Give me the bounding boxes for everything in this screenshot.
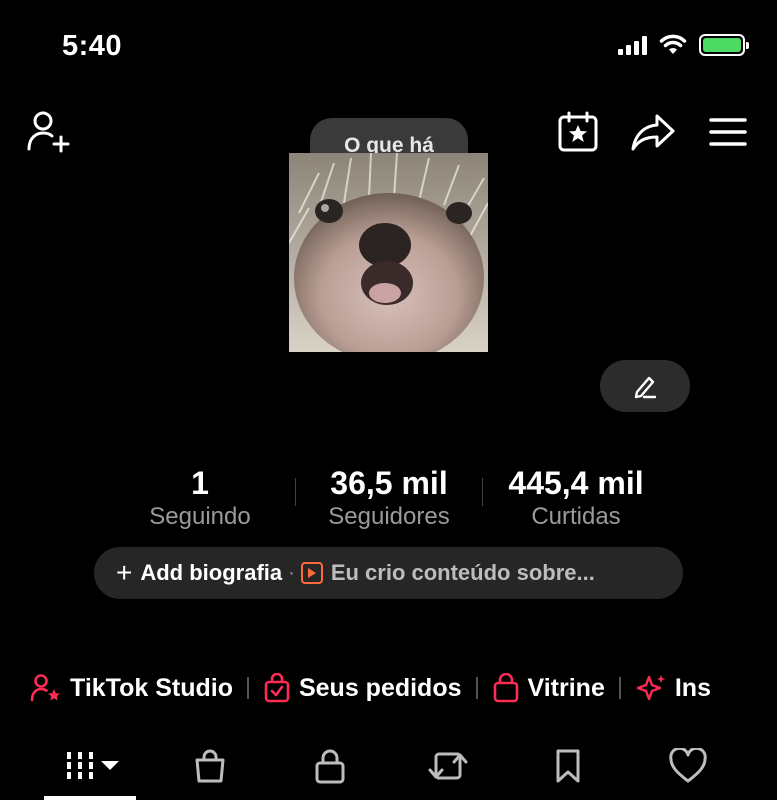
- link-label: Vitrine: [527, 673, 605, 702]
- tab-liked[interactable]: [664, 740, 712, 792]
- link-seus-pedidos[interactable]: Seus pedidos: [263, 673, 462, 703]
- status-icons: [618, 34, 749, 56]
- tab-private[interactable]: [308, 740, 352, 792]
- tab-shop[interactable]: [188, 740, 232, 792]
- stat-value: 36,5 mil: [330, 465, 448, 501]
- link-label: Ins: [674, 673, 711, 702]
- signal-icon: [618, 35, 647, 55]
- active-tab-indicator: [44, 796, 136, 800]
- profile-avatar[interactable]: [289, 153, 488, 352]
- shop-bag-icon: [493, 673, 518, 703]
- sparkle-icon: [636, 675, 665, 701]
- calendar-star-icon: [558, 111, 598, 152]
- order-bag-icon: [264, 673, 290, 703]
- bio-hint: Eu crio conteúdo sobre...: [330, 560, 595, 585]
- tab-favorites[interactable]: [546, 740, 590, 792]
- tab-reposts[interactable]: [426, 740, 470, 792]
- link-separator: [475, 677, 478, 699]
- play-icon: [300, 562, 323, 584]
- status-time: 5:40: [62, 30, 123, 62]
- add-bio-button[interactable]: + Add biografia · Eu crio conteúdo sobre…: [94, 547, 683, 599]
- stat-label: Seguindo: [149, 503, 251, 530]
- hamburger-menu-icon: [709, 118, 747, 146]
- quick-links-row: TikTok Studio Seus pedidos Vitrine Ins: [30, 668, 711, 708]
- wifi-icon: [659, 34, 687, 54]
- stat-label: Curtidas: [531, 503, 621, 530]
- link-label: TikTok Studio: [70, 673, 233, 702]
- lock-icon: [315, 749, 345, 784]
- stat-divider: [482, 478, 483, 506]
- stat-value: 445,4 mil: [508, 465, 644, 501]
- stat-divider: [295, 478, 296, 506]
- person-star-icon: [30, 674, 60, 702]
- add-bio-label: Add biografia: [140, 560, 283, 585]
- plus-icon: +: [116, 557, 133, 588]
- link-separator: [246, 677, 249, 699]
- pencil-icon: [634, 376, 657, 399]
- bag-icon: [195, 749, 225, 783]
- heart-icon: [669, 748, 707, 783]
- stat-followers[interactable]: 36,5 mil Seguidores: [303, 464, 475, 532]
- battery-icon: [699, 34, 749, 56]
- stat-value: 1: [191, 465, 209, 501]
- link-separator: [618, 677, 621, 699]
- profile-stats: 1 Seguindo 36,5 mil Seguidores 445,4 mil…: [0, 464, 777, 534]
- grid-icon: [67, 752, 119, 780]
- repost-icon: [428, 752, 468, 780]
- calendar-events-button[interactable]: [556, 110, 600, 154]
- hedgehog-avatar: [289, 153, 488, 352]
- edit-profile-button[interactable]: [600, 360, 690, 412]
- tab-videos[interactable]: [58, 740, 124, 792]
- share-arrow-icon: [631, 114, 675, 151]
- stat-following[interactable]: 1 Seguindo: [130, 464, 270, 532]
- profile-tabs: [0, 740, 777, 800]
- share-profile-button[interactable]: [630, 110, 676, 154]
- bio-separator: ·: [288, 561, 295, 584]
- link-vitrine[interactable]: Vitrine: [492, 673, 605, 703]
- bookmark-icon: [556, 749, 580, 783]
- add-friend-button[interactable]: [24, 108, 74, 154]
- link-inspiration[interactable]: Ins: [635, 673, 711, 703]
- link-label: Seus pedidos: [298, 673, 462, 702]
- menu-button[interactable]: [708, 114, 748, 150]
- person-plus-icon: [27, 111, 70, 153]
- link-tiktok-studio[interactable]: TikTok Studio: [30, 673, 233, 703]
- stat-likes[interactable]: 445,4 mil Curtidas: [490, 464, 662, 532]
- stat-label: Seguidores: [328, 503, 450, 530]
